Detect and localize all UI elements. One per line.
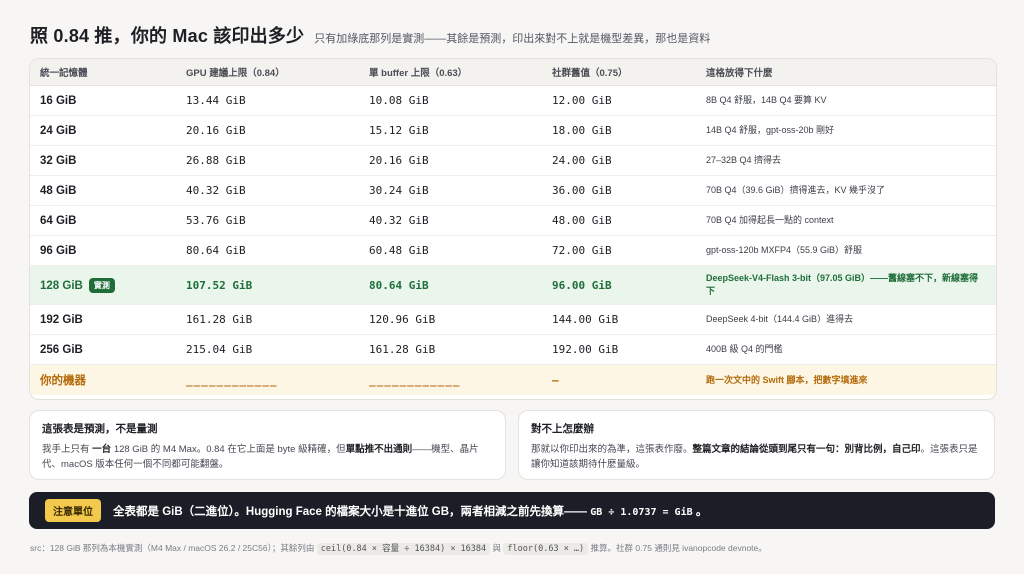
page-subtitle: 只有加綠底那列是實測——其餘是預測，印出來對不上就是機型差異，那也是資料 xyxy=(314,33,711,45)
cell-note: 跑一次文中的 Swift 腳本，把數字填進來 xyxy=(696,364,996,395)
cell-old: 24.00 GiB xyxy=(542,145,696,176)
mismatch-note-box: 對不上怎麼辦 那就以你印出來的為準，這張表作廢。整篇文章的結論從頭到尾只有一句：… xyxy=(518,410,995,480)
cell-gpu: 161.28 GiB xyxy=(176,304,359,335)
cell-note: gpt-oss-120b MXFP4（55.9 GiB）舒服 xyxy=(696,235,996,266)
cell-gpu: 26.88 GiB xyxy=(176,145,359,176)
table-row-tested: 128 GiB 實測 107.52 GiB 80.64 GiB 96.00 GiB… xyxy=(30,265,996,305)
table-row: 24 GiB 20.16 GiB 15.12 GiB 18.00 GiB 14B… xyxy=(30,115,996,146)
cell-buffer: 30.24 GiB xyxy=(359,175,542,206)
cell-old: 192.00 GiB xyxy=(542,334,696,365)
tested-memory-label: 128 GiB xyxy=(40,279,83,292)
col-header-memory: 統一記憶體 xyxy=(30,59,176,86)
unit-warning-tag: 注意單位 xyxy=(45,499,101,522)
cell-memory: 16 GiB xyxy=(30,85,176,116)
cell-memory: 64 GiB xyxy=(30,205,176,236)
cell-memory: 96 GiB xyxy=(30,235,176,266)
source-footnote: src：128 GiB 那列為本機實測（M4 Max / macOS 26.2 … xyxy=(30,542,767,555)
prediction-note-box: 這張表是預測，不是量測 我手上只有 一台 128 GiB 的 M4 Max。0.… xyxy=(29,410,506,480)
box-body: 那就以你印出來的為準，這張表作廢。整篇文章的結論從頭到尾只有一句：別背比例，自己… xyxy=(531,442,982,472)
cell-memory: 24 GiB xyxy=(30,115,176,146)
cell-old: 12.00 GiB xyxy=(542,85,696,116)
cell-buffer: 80.64 GiB xyxy=(359,265,542,305)
cell-old: 144.00 GiB xyxy=(542,304,696,335)
cell-note: 70B Q4 加得起長一點的 context xyxy=(696,205,996,236)
cell-old: 48.00 GiB xyxy=(542,205,696,236)
footnote-text: 推算。社群 0.75 通則見 ivanopcode devnote。 xyxy=(590,543,767,553)
table-row: 48 GiB 40.32 GiB 30.24 GiB 36.00 GiB 70B… xyxy=(30,175,996,206)
cell-note: DeepSeek-V4-Flash 3-bit（97.05 GiB）——舊線塞不… xyxy=(696,265,996,305)
table-row: 192 GiB 161.28 GiB 120.96 GiB 144.00 GiB… xyxy=(30,304,996,335)
conversion-formula: GB ÷ 1.0737 = GiB xyxy=(590,506,693,518)
box-text: 那就以你印出來的為準，這張表作廢。 xyxy=(531,444,693,455)
page-header: 照 0.84 推，你的 Mac 該印出多少 只有加綠底那列是實測——其餘是預測，… xyxy=(30,22,996,46)
memory-table: 統一記憶體 GPU 建議上限（0.84） 單 buffer 上限（0.63） 社… xyxy=(30,59,996,395)
cell-memory: 256 GiB xyxy=(30,334,176,365)
formula-floor: floor(0.63 × …) xyxy=(503,543,589,555)
banner-message: 全表都是 GiB（二進位）。Hugging Face 的檔案大小是十進位 GB，… xyxy=(113,505,588,518)
footnote-text: 與 xyxy=(492,543,502,553)
cell-gpu: 215.04 GiB xyxy=(176,334,359,365)
box-bold: 單點推不出通則 xyxy=(345,444,413,455)
table-row: 256 GiB 215.04 GiB 161.28 GiB 192.00 GiB… xyxy=(30,334,996,365)
cell-buffer-blank: ____________ xyxy=(359,364,542,395)
table-row: 96 GiB 80.64 GiB 60.48 GiB 72.00 GiB gpt… xyxy=(30,235,996,266)
cell-note: 400B 級 Q4 的門檻 xyxy=(696,334,996,365)
banner-end: 。 xyxy=(695,505,708,518)
cell-note: DeepSeek 4-bit（144.4 GiB）進得去 xyxy=(696,304,996,335)
unit-warning-banner: 注意單位 全表都是 GiB（二進位）。Hugging Face 的檔案大小是十進… xyxy=(29,492,995,529)
cell-buffer: 161.28 GiB xyxy=(359,334,542,365)
cell-buffer: 120.96 GiB xyxy=(359,304,542,335)
col-header-note: 這格放得下什麼 xyxy=(696,59,996,86)
table-header-row: 統一記憶體 GPU 建議上限（0.84） 單 buffer 上限（0.63） 社… xyxy=(30,59,996,86)
cell-note: 8B Q4 舒服，14B Q4 要算 KV xyxy=(696,85,996,116)
cell-memory: 192 GiB xyxy=(30,304,176,335)
cell-note: 70B Q4（39.6 GiB）擠得進去，KV 幾乎沒了 xyxy=(696,175,996,206)
box-bold: 一台 xyxy=(92,444,112,455)
cell-gpu: 13.44 GiB xyxy=(176,85,359,116)
box-bold: 整篇文章的結論從頭到尾只有一句：別背比例，自己印 xyxy=(692,444,921,455)
cell-memory: 128 GiB 實測 xyxy=(30,265,176,305)
cell-gpu: 80.64 GiB xyxy=(176,235,359,266)
cell-memory: 48 GiB xyxy=(30,175,176,206)
table-row: 64 GiB 53.76 GiB 40.32 GiB 48.00 GiB 70B… xyxy=(30,205,996,236)
box-text: 我手上只有 xyxy=(42,444,90,455)
table-row: 16 GiB 13.44 GiB 10.08 GiB 12.00 GiB 8B … xyxy=(30,85,996,116)
cell-old: 18.00 GiB xyxy=(542,115,696,146)
table-row: 32 GiB 26.88 GiB 20.16 GiB 24.00 GiB 27–… xyxy=(30,145,996,176)
cell-buffer: 15.12 GiB xyxy=(359,115,542,146)
cell-gpu: 40.32 GiB xyxy=(176,175,359,206)
cell-gpu: 53.76 GiB xyxy=(176,205,359,236)
cell-buffer: 10.08 GiB xyxy=(359,85,542,116)
cell-gpu: 20.16 GiB xyxy=(176,115,359,146)
box-title: 這張表是預測，不是量測 xyxy=(42,423,158,435)
table-row-your-machine: 你的機器 ____________ ____________ — 跑一次文中的 … xyxy=(30,364,996,395)
cell-note: 14B Q4 舒服，gpt-oss-20b 剛好 xyxy=(696,115,996,146)
box-body: 我手上只有 一台 128 GiB 的 M4 Max。0.84 在它上面是 byt… xyxy=(42,442,493,472)
cell-buffer: 20.16 GiB xyxy=(359,145,542,176)
cell-buffer: 60.48 GiB xyxy=(359,235,542,266)
cell-gpu: 107.52 GiB xyxy=(176,265,359,305)
page-title: 照 0.84 推，你的 Mac 該印出多少 xyxy=(30,26,305,46)
cell-gpu-blank: ____________ xyxy=(176,364,359,395)
cell-old: 72.00 GiB xyxy=(542,235,696,266)
unit-warning-text: 全表都是 GiB（二進位）。Hugging Face 的檔案大小是十進位 GB，… xyxy=(113,503,707,519)
cell-old: 36.00 GiB xyxy=(542,175,696,206)
formula-ceil: ceil(0.84 × 容量 ÷ 16384) × 16384 xyxy=(316,543,491,555)
cell-old-blank: — xyxy=(542,364,696,395)
cell-note: 27–32B Q4 擠得去 xyxy=(696,145,996,176)
col-header-buffer: 單 buffer 上限（0.63） xyxy=(359,59,542,86)
col-header-gpu: GPU 建議上限（0.84） xyxy=(176,59,359,86)
cell-memory: 32 GiB xyxy=(30,145,176,176)
box-title: 對不上怎麼辦 xyxy=(531,423,594,435)
cell-buffer: 40.32 GiB xyxy=(359,205,542,236)
cell-old: 96.00 GiB xyxy=(542,265,696,305)
box-text: 128 GiB 的 M4 Max。0.84 在它上面是 byte 級精確，但 xyxy=(113,444,346,455)
memory-table-card: 統一記憶體 GPU 建議上限（0.84） 單 buffer 上限（0.63） 社… xyxy=(29,58,997,400)
tested-badge: 實測 xyxy=(88,277,115,293)
col-header-old: 社群舊值（0.75） xyxy=(542,59,696,86)
cell-memory: 你的機器 xyxy=(30,364,176,395)
footnote-text: src：128 GiB 那列為本機實測（M4 Max / macOS 26.2 … xyxy=(30,543,315,553)
